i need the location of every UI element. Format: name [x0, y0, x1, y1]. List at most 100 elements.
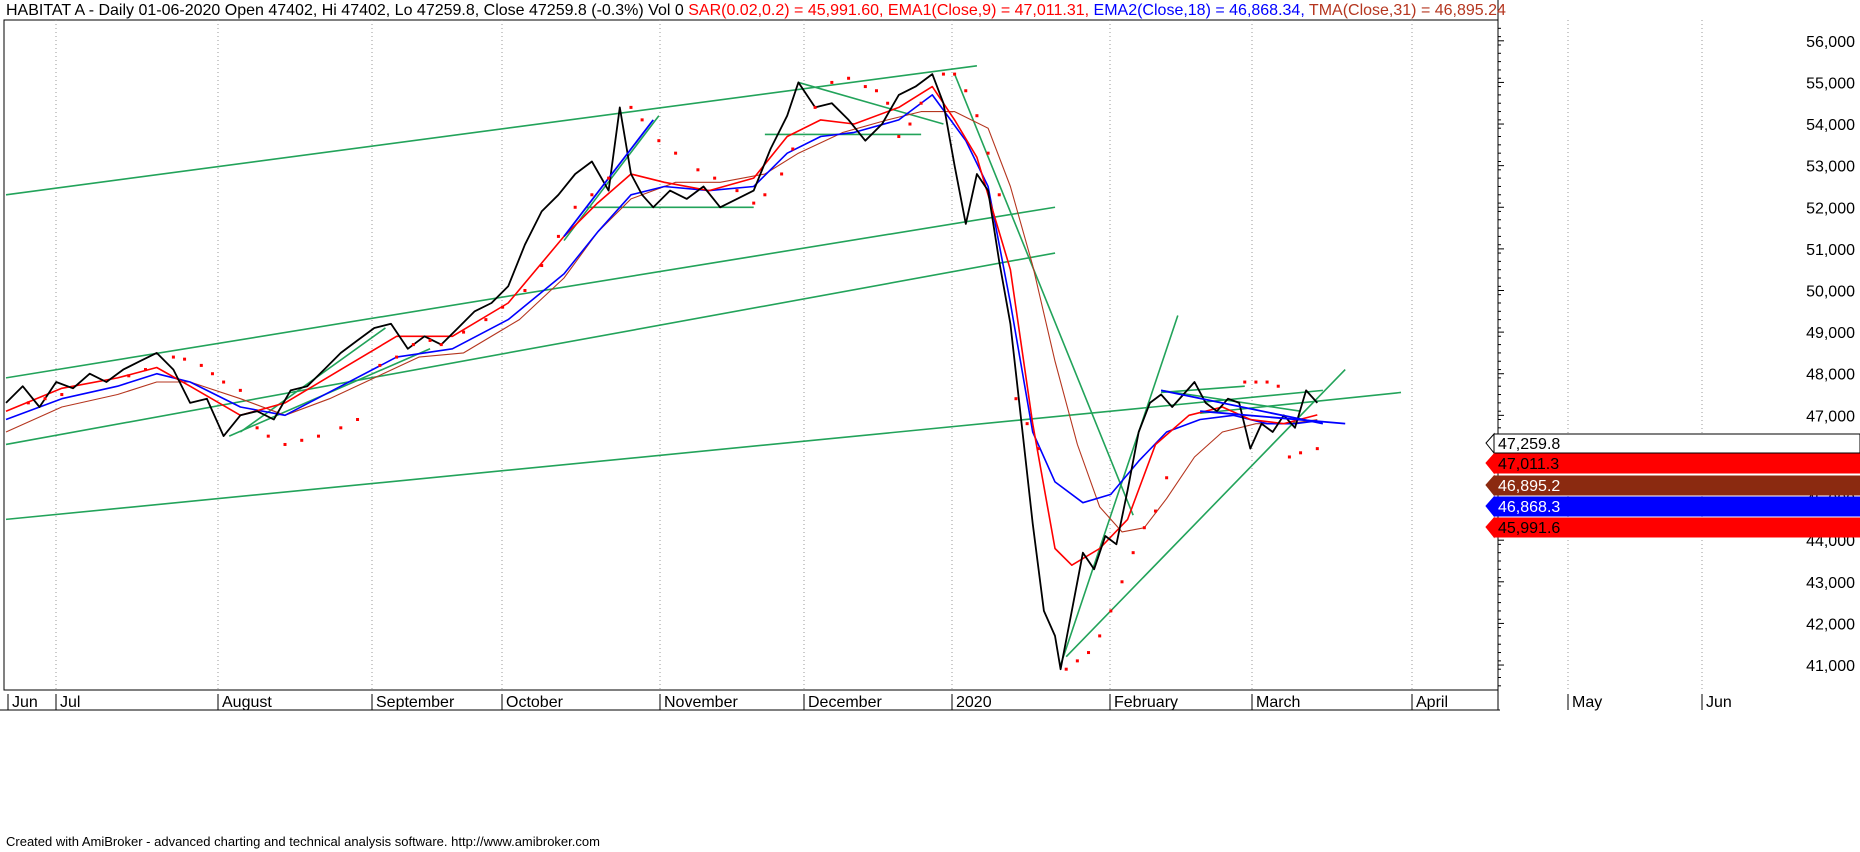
x-tick-label: October [506, 694, 564, 711]
sar-point [356, 418, 360, 422]
sar-point [863, 85, 867, 89]
sar-point [847, 76, 851, 80]
y-tick-label: 50,000 [1806, 283, 1855, 300]
sar-point [1087, 651, 1091, 655]
sar-point [629, 105, 633, 109]
sar-point [1153, 509, 1157, 513]
x-tick-label: March [1256, 694, 1300, 711]
price-label: 46,868.3 [1498, 499, 1560, 516]
sar-point [144, 368, 147, 372]
sar-point [1142, 526, 1146, 530]
y-tick-label: 41,000 [1806, 658, 1855, 675]
sar-point [997, 193, 1001, 197]
header-title: HABITAT A - Daily 01-06-2020 Open 47402,… [6, 2, 684, 19]
sar-point [300, 438, 304, 442]
sar-point [941, 72, 945, 76]
sar-point [540, 264, 544, 268]
y-tick-label: 55,000 [1806, 75, 1855, 92]
sar-point [1064, 667, 1068, 671]
sar-point [210, 372, 214, 376]
sar-point [573, 205, 577, 209]
sar-point [501, 305, 505, 309]
price-chart[interactable]: Jun Jul August September October November Dece… [0, 0, 1860, 852]
x-axis-area [0, 694, 1860, 852]
y-tick-label: 52,000 [1806, 200, 1855, 217]
y-tick-label: 51,000 [1806, 242, 1855, 259]
sar-point [674, 151, 678, 155]
sar-point [986, 151, 990, 155]
sar-point [830, 80, 834, 84]
footer-credit: Created with AmiBroker - advanced charti… [6, 834, 600, 849]
sar-point [60, 393, 64, 397]
sar-point [886, 101, 890, 105]
sar-point [874, 89, 878, 93]
y-tick-label: 47,000 [1806, 408, 1855, 425]
sar-point [339, 426, 343, 430]
sar-point [1131, 551, 1135, 555]
sar-point [1254, 380, 1258, 384]
sar-point [953, 72, 957, 76]
sar-point [1014, 397, 1018, 401]
sar-point [439, 343, 443, 347]
sar-point [222, 380, 226, 384]
plot-area [3, 19, 1499, 691]
sar-point [1025, 422, 1029, 426]
y-tick-label: 54,000 [1806, 117, 1855, 134]
price-label: 47,259.8 [1498, 436, 1560, 453]
sar-point [1265, 380, 1269, 384]
sar-point [791, 147, 795, 151]
x-tick-label: August [222, 694, 272, 711]
x-tick-label: May [1572, 694, 1602, 711]
x-tick-label: November [664, 694, 738, 711]
sar-point [255, 426, 259, 430]
sar-point [316, 434, 320, 438]
sar-point [763, 193, 767, 197]
sar-point [696, 168, 700, 172]
sar-point [735, 189, 739, 193]
sar-point [657, 139, 661, 143]
sar-point [462, 330, 466, 334]
sar-point [266, 434, 270, 438]
sar-point [171, 355, 175, 359]
sar-point [1287, 455, 1291, 459]
sar-point [919, 101, 923, 105]
y-tick-label: 53,000 [1806, 159, 1855, 176]
sar-point [238, 388, 242, 392]
header-sar: SAR(0.02,0.2) = 45,991.60, [688, 2, 884, 19]
y-tick-label: 49,000 [1806, 325, 1855, 342]
sar-point [378, 363, 382, 367]
sar-point [1243, 380, 1247, 384]
x-tick-label: Jun [1706, 694, 1732, 711]
sar-point [428, 338, 432, 342]
sar-point [590, 193, 594, 197]
sar-point [1299, 451, 1303, 455]
sar-point [713, 176, 717, 180]
header-ema2: EMA2(Close,18) = 46,868.34, [1093, 2, 1305, 19]
sar-point [1165, 476, 1169, 480]
header-ema1: EMA1(Close,9) = 47,011.31, [887, 2, 1090, 19]
price-label: 46,895.2 [1498, 478, 1560, 495]
sar-point [183, 357, 187, 361]
sar-point [1276, 384, 1280, 388]
sar-point [640, 118, 644, 122]
sar-point [908, 122, 912, 126]
sar-point [897, 135, 901, 139]
chart-header: HABITAT A - Daily 01-06-2020 Open 47402,… [6, 2, 1506, 20]
sar-point [1075, 659, 1079, 663]
sar-point [752, 201, 756, 205]
sar-point [813, 105, 817, 109]
y-tick-label: 42,000 [1806, 616, 1855, 633]
sar-point [556, 234, 560, 238]
x-tick-label: April [1416, 694, 1448, 711]
sar-point [484, 318, 488, 322]
y-tick-label: 48,000 [1806, 367, 1855, 384]
sar-point [395, 355, 399, 359]
sar-point [1109, 609, 1113, 613]
sar-point [607, 176, 611, 180]
y-tick-label: 43,000 [1806, 575, 1855, 592]
sar-point [1120, 580, 1124, 584]
price-label: 47,011.3 [1498, 456, 1559, 473]
price-label: 45,991.6 [1498, 520, 1560, 537]
sar-point [283, 442, 287, 446]
sar-point [411, 343, 415, 347]
